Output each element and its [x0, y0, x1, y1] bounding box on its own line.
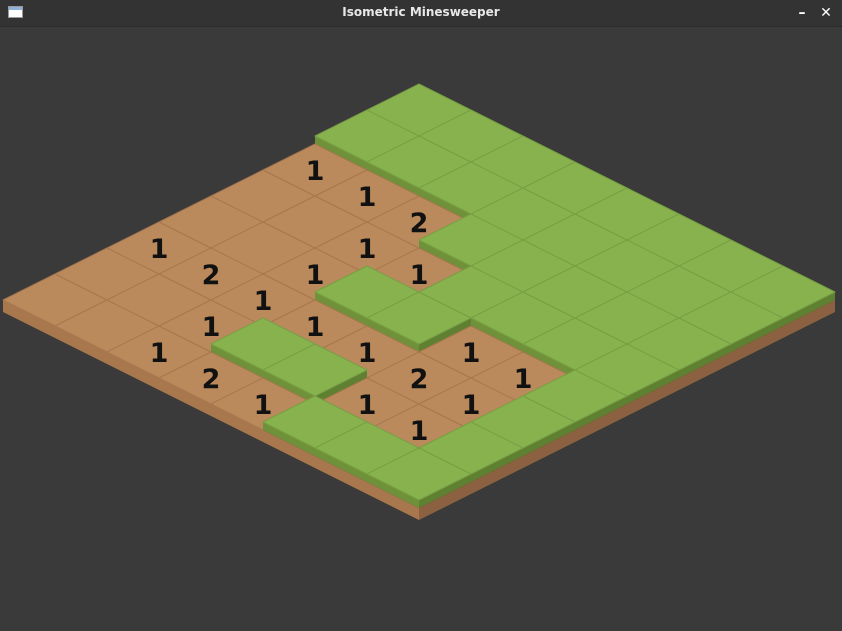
- cell-number: 1: [254, 286, 273, 317]
- cell-number: 1: [306, 260, 325, 291]
- window-title: Isometric Minesweeper: [342, 5, 500, 19]
- cell-number: 2: [202, 364, 221, 395]
- cell-number: 1: [358, 390, 377, 421]
- cell-number: 1: [358, 338, 377, 369]
- cell-number: 1: [462, 390, 481, 421]
- game-board: 1 1 2 1 1 2 1 1 1 1 1 1 1 1 2 2 1 1 1 1 1: [0, 27, 842, 627]
- cell-number: 2: [410, 208, 429, 239]
- cell-number: 1: [306, 156, 325, 187]
- cell-number: 1: [410, 260, 429, 291]
- cell-number: 1: [306, 312, 325, 343]
- cell-number: 1: [150, 234, 169, 265]
- cell-number: 1: [358, 234, 377, 265]
- cell-number: 1: [358, 182, 377, 213]
- cell-number: 1: [514, 364, 533, 395]
- cell-number: 1: [202, 312, 221, 343]
- minefield: 1 1 2 1 1 2 1 1 1 1 1 1 1 1 2 2 1 1 1 1 1: [2, 83, 836, 520]
- cell-number: 1: [254, 390, 273, 421]
- close-button[interactable]: ✕: [816, 3, 836, 23]
- cell-number: 1: [410, 416, 429, 447]
- cell-number: 2: [410, 364, 429, 395]
- cell-number: 2: [202, 260, 221, 291]
- title-bar: Isometric Minesweeper – ✕: [0, 0, 842, 27]
- cell-number: 1: [150, 338, 169, 369]
- minimize-button[interactable]: –: [792, 3, 812, 23]
- cell-number: 1: [462, 338, 481, 369]
